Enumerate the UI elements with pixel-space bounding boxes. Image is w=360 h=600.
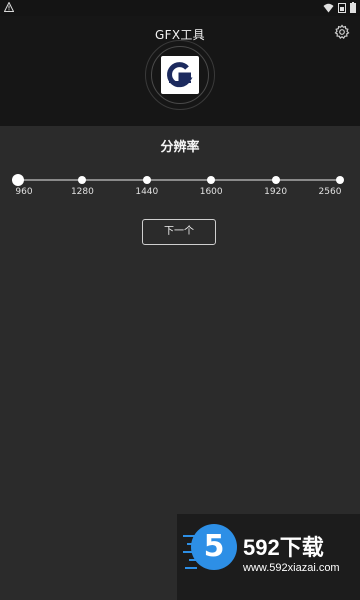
slider-tick[interactable] — [78, 176, 87, 184]
watermark-brand: 592下载 — [243, 535, 324, 560]
battery-icon — [350, 2, 356, 13]
slider-tick-label: 1280 — [70, 187, 94, 197]
watermark-logo: 5 — [191, 524, 237, 570]
gfx-logo-icon — [161, 56, 199, 94]
status-bar — [0, 0, 360, 16]
app-header: GFX工具 — [0, 16, 360, 126]
slider-tick-label: 1920 — [264, 187, 288, 197]
resolution-slider[interactable]: 960 1280 1440 1600 1920 2560 — [12, 170, 344, 200]
slider-tick-label: 1600 — [199, 187, 223, 197]
slider-tick-label: 2560 — [318, 187, 342, 197]
slider-tick[interactable] — [207, 176, 216, 184]
app-logo — [145, 40, 215, 110]
next-button[interactable]: 下一个 — [142, 219, 216, 245]
resolution-title: 分辨率 — [160, 140, 200, 155]
warning-icon — [4, 2, 14, 12]
watermark-badge: 5 592下载 www.592xiazai.com — [177, 514, 360, 600]
gear-icon[interactable] — [334, 24, 350, 40]
slider-tick[interactable] — [271, 176, 280, 184]
slider-tick[interactable] — [142, 176, 151, 184]
slider-tick-label: 960 — [15, 187, 33, 197]
sim-icon — [338, 2, 346, 13]
slider-tick[interactable] — [336, 176, 344, 184]
slider-track[interactable] — [18, 179, 340, 181]
slider-tick-label: 1440 — [135, 187, 159, 197]
watermark-url: www.592xiazai.com — [243, 562, 340, 574]
slider-thumb[interactable] — [12, 174, 24, 186]
wifi-icon — [323, 3, 334, 12]
